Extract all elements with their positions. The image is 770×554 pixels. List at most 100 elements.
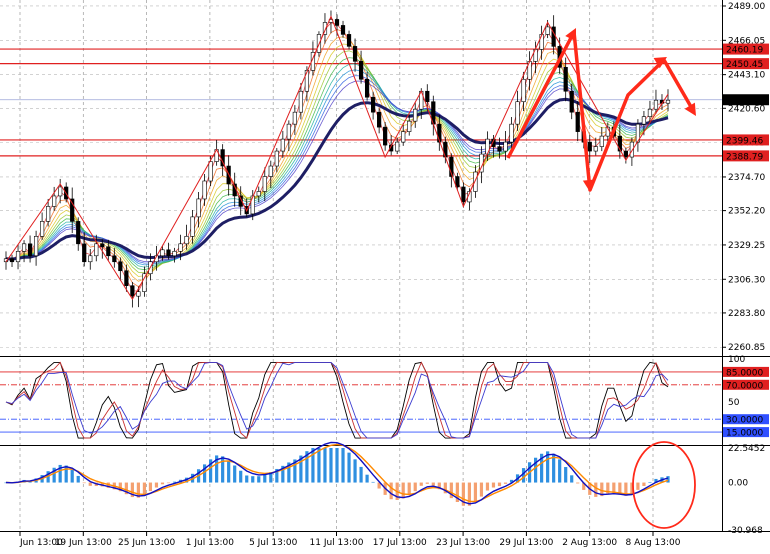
- macd-bar: [341, 448, 345, 483]
- trading-chart[interactable]: 2489.002466.052443.102420.602397.652374.…: [0, 0, 770, 550]
- macd-bar: [413, 482, 417, 492]
- price-axis-label: 2283.80: [728, 309, 765, 319]
- macd-axis-label: -30.968: [728, 526, 763, 536]
- time-axis-label: 25 Jun 13:00: [118, 538, 175, 548]
- macd-bar: [233, 465, 237, 483]
- level-tag-label: 2450.45: [726, 60, 763, 70]
- macd-bar: [401, 482, 405, 499]
- osc-level-label: 30.0000: [726, 416, 763, 426]
- osc-axis-label: 100: [728, 355, 745, 365]
- candle-body: [346, 34, 352, 47]
- macd-bar: [353, 459, 357, 483]
- price-axis-label: 2374.70: [728, 173, 765, 183]
- candle-body: [623, 150, 628, 158]
- macd-bar: [467, 482, 471, 506]
- candle-body: [118, 261, 123, 272]
- macd-bar: [491, 482, 496, 488]
- candle-body: [587, 141, 592, 152]
- candle-body: [166, 249, 171, 257]
- macd-bar: [251, 476, 255, 483]
- candle-body: [521, 78, 526, 103]
- candle-body: [364, 78, 370, 98]
- candle-body: [52, 195, 57, 207]
- osc-level-label: 15.0000: [726, 429, 763, 439]
- macd-bar: [347, 452, 351, 483]
- candle-body: [563, 67, 568, 92]
- candle-body: [178, 243, 183, 252]
- candle-body: [641, 116, 647, 125]
- osc-level-label: 85.0000: [726, 368, 763, 378]
- candle-body: [202, 180, 207, 200]
- candle-body: [383, 126, 388, 146]
- macd-bar: [154, 482, 159, 488]
- candle-body: [160, 249, 165, 257]
- macd-bar: [558, 459, 562, 483]
- macd-bar: [576, 482, 580, 484]
- candle-body: [352, 46, 358, 62]
- macd-bar: [70, 469, 74, 483]
- macd-panel: 22.5452 0.00 -30.968: [0, 441, 770, 536]
- candle-body: [15, 250, 21, 263]
- oscillator-panel: 85.0000 70.0000 30.0000 15.0000 100 50: [0, 355, 770, 446]
- macd-bar: [166, 482, 171, 484]
- price-axis-label: 2352.20: [728, 207, 765, 217]
- candle-body: [425, 90, 430, 103]
- macd-bar: [407, 482, 411, 496]
- level-tag-label: 2460.19: [726, 46, 763, 56]
- macd-bar: [666, 476, 670, 483]
- candle-body: [274, 150, 279, 167]
- macd-bar: [371, 481, 375, 483]
- macd-bar: [503, 482, 508, 484]
- macd-bar: [227, 460, 231, 483]
- candle-body: [395, 141, 400, 152]
- osc-level-label: 70.0000: [726, 381, 763, 391]
- macd-bar: [221, 456, 225, 483]
- candle-body: [58, 186, 63, 197]
- macd-bar: [365, 474, 369, 483]
- candle-body: [76, 221, 81, 245]
- macd-bar: [245, 475, 249, 483]
- candle-body: [196, 198, 201, 218]
- price-axis-label: 2443.10: [728, 71, 765, 81]
- level-tag-label: 2388.79: [726, 152, 763, 162]
- macd-bar: [636, 482, 640, 490]
- macd-bar: [263, 474, 267, 483]
- time-axis-label: 11 Jul 13:00: [310, 538, 364, 548]
- macd-bar: [564, 467, 568, 483]
- candle-body: [599, 135, 604, 147]
- macd-bar: [648, 482, 652, 484]
- time-axis-label: 1 Jul 13:00: [186, 538, 235, 548]
- candle-body: [304, 70, 310, 92]
- candle-body: [401, 131, 406, 143]
- time-axis-label: 19 Jun 13:00: [55, 538, 112, 548]
- macd-axis-label: 0.00: [728, 479, 748, 489]
- macd-bar: [148, 482, 153, 492]
- candle-body: [268, 165, 273, 177]
- macd-bar: [142, 482, 147, 495]
- macd-bar: [82, 482, 86, 484]
- candle-body: [575, 111, 580, 132]
- candle-body: [9, 258, 15, 263]
- candle-body: [124, 270, 129, 286]
- candle-body: [665, 99, 671, 104]
- candle-body: [280, 138, 285, 152]
- candle-body: [208, 161, 213, 182]
- candle-body: [27, 243, 33, 257]
- macd-bar: [359, 466, 363, 483]
- candle-body: [407, 120, 412, 132]
- candle-body: [286, 123, 291, 140]
- candle-body: [33, 236, 39, 257]
- macd-bar: [389, 482, 393, 500]
- candle-body: [184, 236, 189, 245]
- candle-body: [545, 26, 550, 35]
- macd-bar: [473, 482, 478, 503]
- candle-body: [112, 255, 117, 263]
- candle-body: [515, 101, 520, 125]
- time-axis-label: 2 Aug 13:00: [562, 538, 617, 548]
- price-axis-label: 2329.25: [728, 241, 765, 251]
- level-tag-label: 2399.46: [726, 136, 763, 146]
- macd-bar: [76, 475, 80, 483]
- macd-bar: [485, 482, 490, 491]
- macd-bar: [594, 482, 598, 497]
- candle-body: [46, 206, 51, 222]
